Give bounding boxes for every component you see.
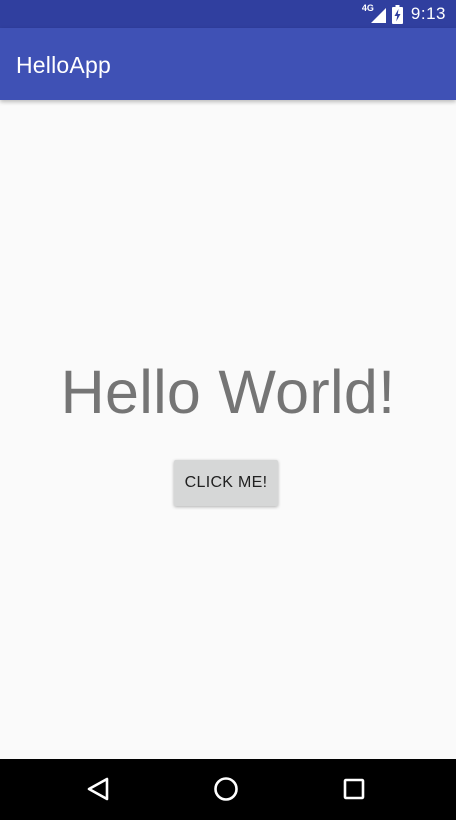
recents-icon <box>343 778 365 800</box>
recents-button[interactable] <box>334 769 374 809</box>
status-icons: 4G 9:13 <box>362 0 446 28</box>
main-content: Hello World! CLICK ME! <box>0 100 456 759</box>
status-bar: 4G 9:13 <box>0 0 456 28</box>
battery-charging-icon <box>391 4 403 24</box>
home-icon <box>214 777 238 801</box>
back-button[interactable] <box>78 769 118 809</box>
click-me-button[interactable]: CLICK ME! <box>174 460 278 506</box>
home-button[interactable] <box>206 769 246 809</box>
navigation-bar <box>0 759 456 820</box>
greeting-text: Hello World! <box>60 358 396 426</box>
app-title: HelloApp <box>16 52 111 78</box>
status-clock: 9:13 <box>410 4 446 23</box>
signal-icon <box>370 8 386 23</box>
back-icon <box>87 777 109 801</box>
app-bar: HelloApp <box>0 28 456 100</box>
network-indicator: 4G <box>362 4 386 24</box>
